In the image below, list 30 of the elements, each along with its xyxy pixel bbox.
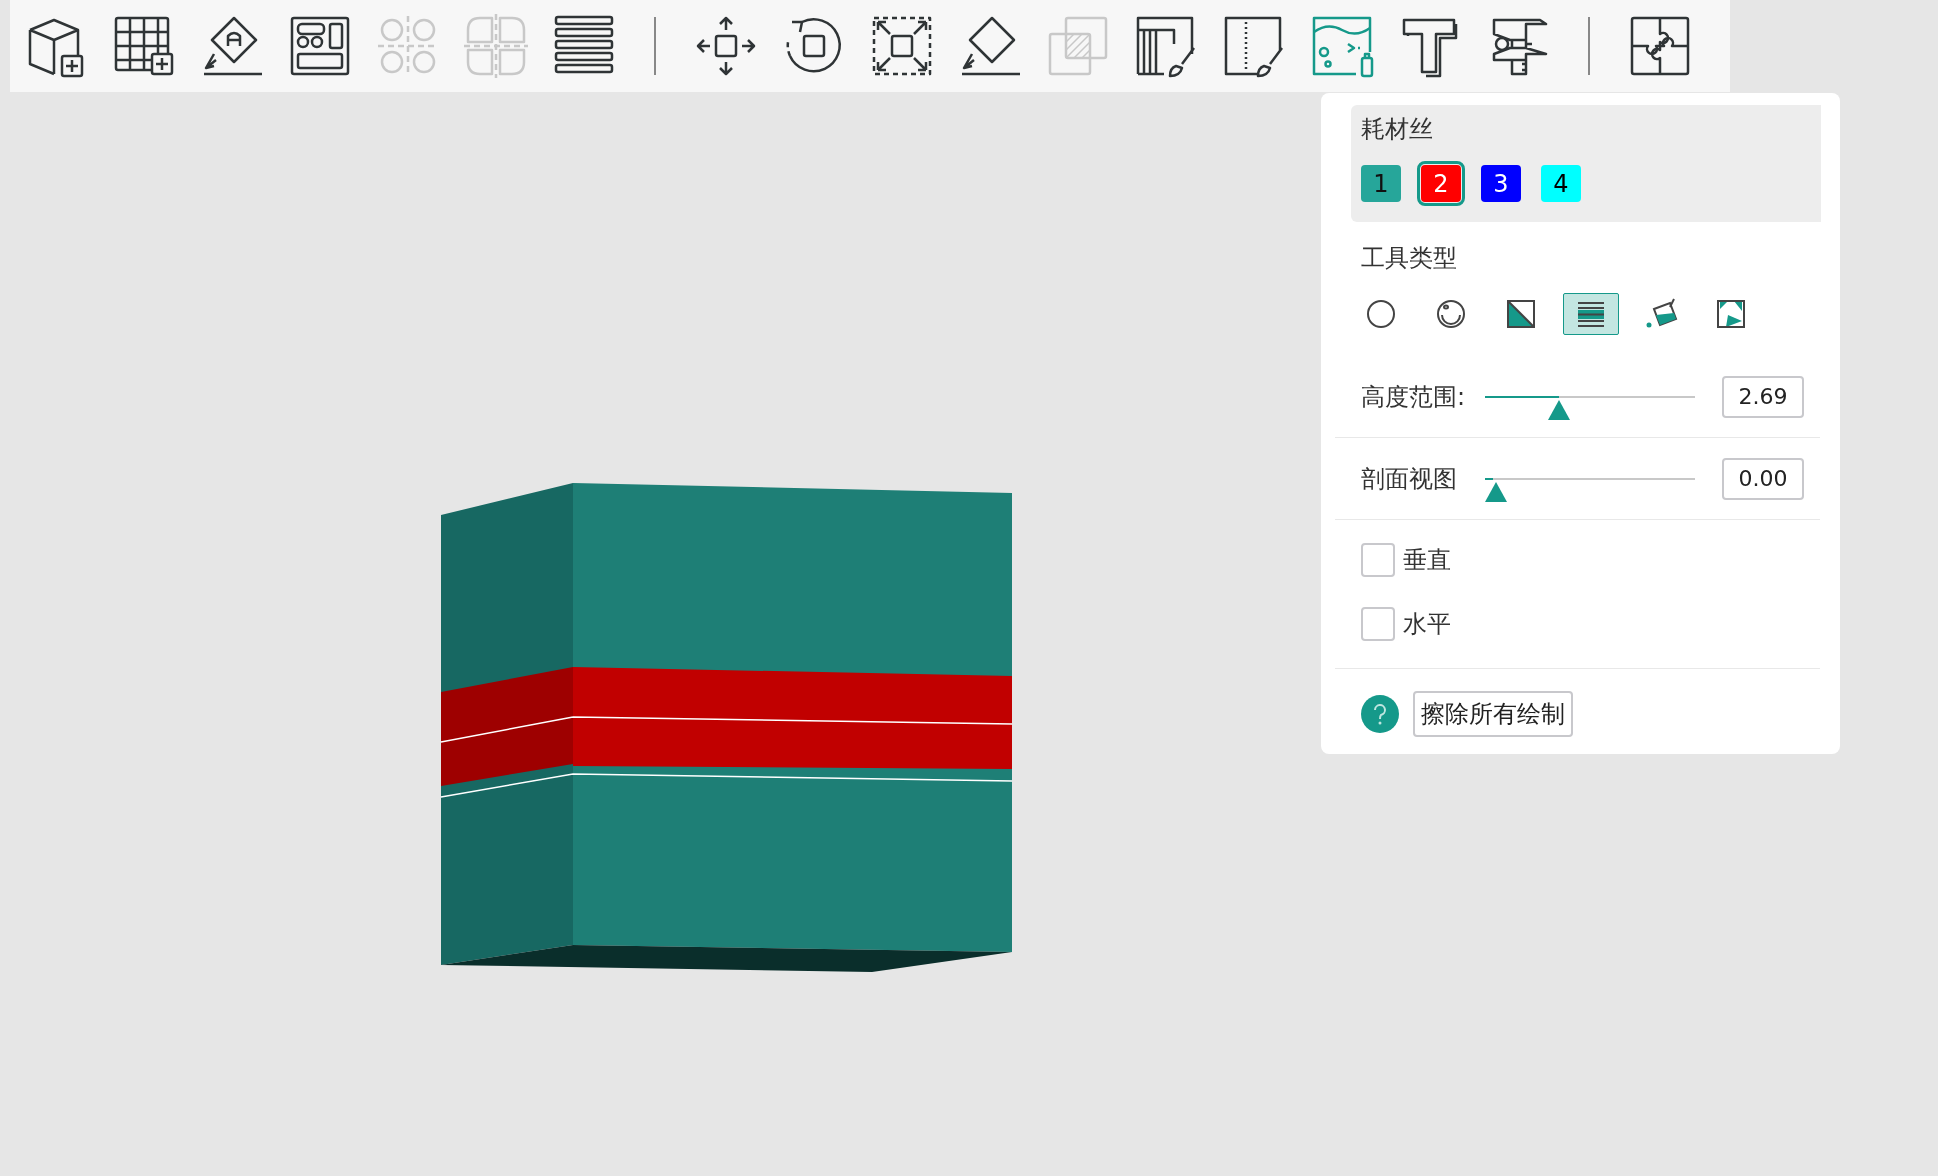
- add-grid-tool-icon[interactable]: [112, 14, 176, 78]
- sphere-brush-icon: [1434, 297, 1468, 331]
- slider-label: 高度范围:: [1360, 381, 1467, 413]
- help-icon[interactable]: [1361, 695, 1399, 733]
- seam-paint-tool-icon[interactable]: [1222, 14, 1286, 78]
- filament-swatch[interactable]: 1: [1361, 165, 1401, 202]
- filament-swatch[interactable]: 4: [1541, 165, 1581, 202]
- checkbox[interactable]: [1361, 607, 1395, 641]
- erase-all-button[interactable]: 擦除所有绘制: [1413, 691, 1573, 737]
- value-field[interactable]: 2.69: [1722, 375, 1804, 418]
- value-field[interactable]: 0.00: [1722, 457, 1804, 500]
- triangle-brush-icon: [1504, 297, 1538, 331]
- gap-fill-brush-icon: [1714, 297, 1748, 331]
- assemble-tool-icon[interactable]: [1628, 14, 1692, 78]
- scale-tool-icon[interactable]: [870, 14, 934, 78]
- slider-label: 剖面视图: [1360, 463, 1458, 495]
- move-tool-icon[interactable]: [694, 14, 758, 78]
- circle-brush-icon: [1364, 297, 1398, 331]
- section-title: 工具类型: [1361, 243, 1458, 274]
- filament-swatch[interactable]: 3: [1481, 165, 1521, 202]
- slider-thumb[interactable]: [1547, 399, 1570, 420]
- checkbox-label: 垂直: [1403, 545, 1451, 576]
- arrange-tool-icon[interactable]: [288, 14, 352, 78]
- color-paint-tool-icon[interactable]: [1310, 14, 1374, 78]
- support-paint-tool-icon[interactable]: [1134, 14, 1198, 78]
- checkbox[interactable]: [1361, 543, 1395, 577]
- slider-thumb[interactable]: [1485, 481, 1507, 502]
- checkbox-label: 水平: [1403, 609, 1451, 640]
- section-title: 耗材丝: [1361, 114, 1434, 145]
- height-range-brush-button[interactable]: [1563, 293, 1619, 335]
